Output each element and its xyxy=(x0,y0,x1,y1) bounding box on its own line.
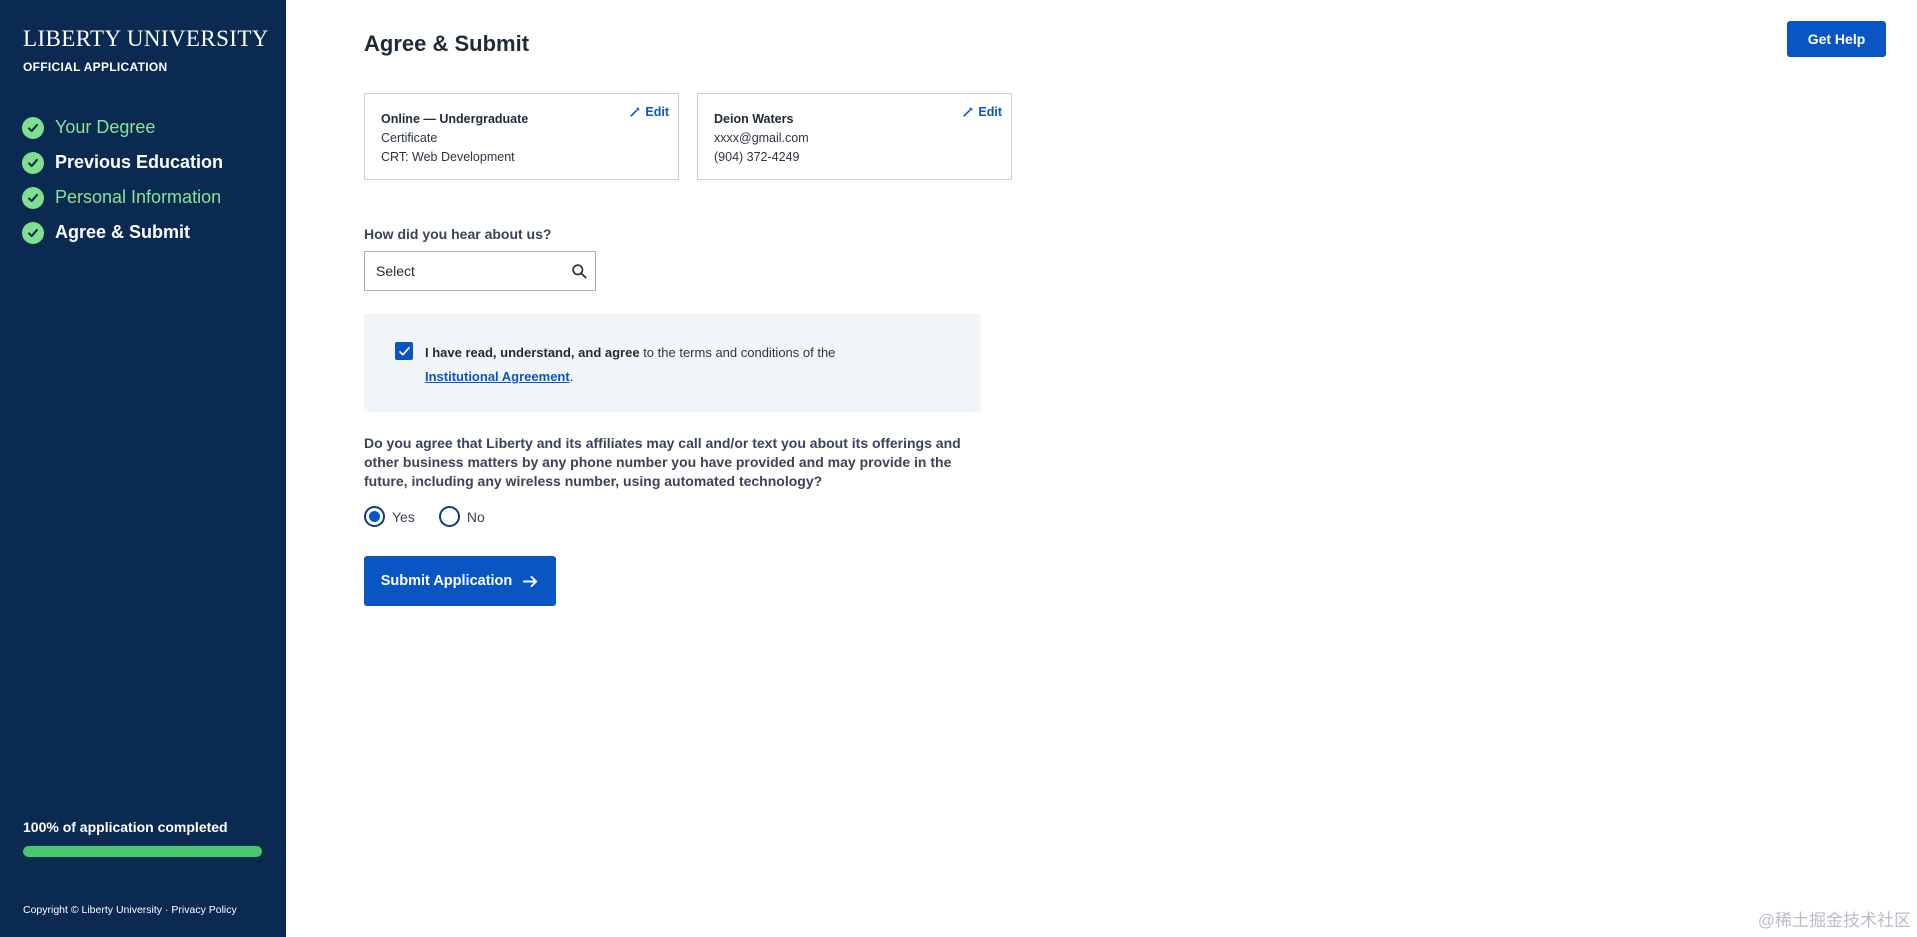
applicant-phone: (904) 372-4249 xyxy=(714,150,800,164)
step-label: Personal Information xyxy=(55,187,222,207)
program-summary-card: Online — Undergraduate Certificate CRT: … xyxy=(364,93,679,180)
program-level: Certificate xyxy=(381,131,438,145)
contact-summary-card: Deion Waters xxxx@gmail.com (904) 372-42… xyxy=(697,93,1012,180)
edit-program-link[interactable]: Edit xyxy=(629,105,669,119)
page-title: Agree & Submit xyxy=(364,31,530,56)
privacy-policy-link[interactable]: Privacy Policy xyxy=(171,904,236,916)
progress-bar xyxy=(23,846,262,857)
radio-yes[interactable] xyxy=(364,506,385,527)
applicant-email: xxxx@gmail.com xyxy=(714,131,809,145)
submit-application-button[interactable]: Submit Application xyxy=(364,556,556,606)
agreement-checkbox[interactable] xyxy=(395,342,413,360)
step-list: Your Degree Previous Education Personal … xyxy=(22,110,223,250)
radio-selected-dot xyxy=(369,511,380,522)
step-agree-submit[interactable]: Agree & Submit xyxy=(22,215,223,250)
brand-title: LIBERTY UNIVERSITY xyxy=(23,26,269,51)
step-label: Your Degree xyxy=(55,117,156,137)
progress-text: 100% of application completed xyxy=(23,819,228,835)
radio-no[interactable] xyxy=(438,506,460,527)
step-previous-education[interactable]: Previous Education xyxy=(22,145,223,180)
sidebar: LIBERTY UNIVERSITY OFFICIAL APPLICATION … xyxy=(0,0,286,937)
search-icon xyxy=(572,264,587,279)
consent-question: Do you agree that Liberty and its affili… xyxy=(364,435,961,489)
check-circle-icon xyxy=(22,186,44,209)
edit-label: Edit xyxy=(978,105,1002,119)
checkmark-icon xyxy=(398,346,410,356)
agreement-period: . xyxy=(569,369,574,384)
pencil-icon xyxy=(963,107,973,117)
watermark: @稀土掘金技术社区 xyxy=(1757,911,1911,930)
brand-subtitle: OFFICIAL APPLICATION xyxy=(23,60,168,74)
progress-area: 100% of application completed xyxy=(23,819,262,857)
pencil-icon xyxy=(630,107,640,117)
agreement-panel: I have read, understand, and agree to th… xyxy=(364,314,981,412)
check-circle-icon xyxy=(22,151,44,174)
footer: Copyright © Liberty University · Privacy… xyxy=(23,904,237,916)
copyright-text: Copyright © Liberty University xyxy=(23,904,163,916)
check-circle-icon xyxy=(22,116,44,139)
submit-label: Submit Application xyxy=(380,573,513,589)
referral-label: How did you hear about us? xyxy=(364,226,552,242)
step-personal-information[interactable]: Personal Information xyxy=(22,180,223,215)
applicant-name: Deion Waters xyxy=(714,112,794,126)
consent-yes-option[interactable]: Yes xyxy=(364,506,415,527)
radio-label-no: No xyxy=(466,508,485,525)
radio-label-yes: Yes xyxy=(392,508,415,525)
progress-fill xyxy=(23,846,262,857)
program-major: CRT: Web Development xyxy=(381,150,515,164)
referral-search-input[interactable] xyxy=(365,252,595,290)
institutional-agreement-link[interactable]: Institutional Agreement xyxy=(425,369,570,384)
footer-separator: · xyxy=(162,904,172,916)
consent-radio-group: Yes No xyxy=(364,506,509,527)
agreement-bold-text: I have read, understand, and agree xyxy=(425,345,640,360)
step-label: Agree & Submit xyxy=(55,222,191,242)
step-label: Previous Education xyxy=(55,152,224,172)
get-help-button[interactable]: Get Help xyxy=(1787,21,1886,57)
arrow-right-icon xyxy=(523,575,538,587)
agreement-rest-text: to the terms and conditions of the xyxy=(639,345,836,360)
edit-label: Edit xyxy=(645,105,669,119)
edit-contact-link[interactable]: Edit xyxy=(962,105,1002,119)
agreement-text: I have read, understand, and agree to th… xyxy=(425,341,945,389)
consent-no-option[interactable]: No xyxy=(438,506,485,527)
brand: LIBERTY UNIVERSITY OFFICIAL APPLICATION xyxy=(23,26,269,74)
step-your-degree[interactable]: Your Degree xyxy=(22,110,223,145)
check-circle-icon xyxy=(22,221,44,244)
referral-select[interactable] xyxy=(364,251,596,291)
program-name: Online — Undergraduate xyxy=(381,112,529,126)
